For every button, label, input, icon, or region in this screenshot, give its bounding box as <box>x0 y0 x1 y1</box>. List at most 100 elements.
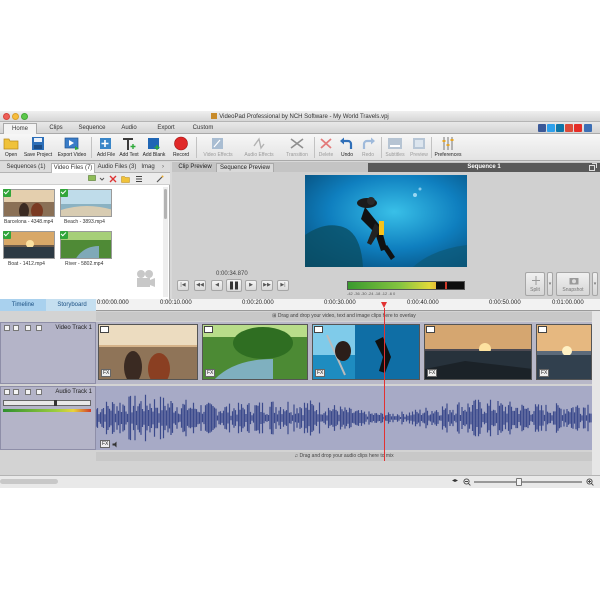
audio-effects-icon[interactable] <box>25 389 31 395</box>
bin-scrollbar[interactable] <box>163 187 168 297</box>
audio-fx-button[interactable]: FX <box>100 440 111 448</box>
timeline-vertical-scrollbar[interactable] <box>592 311 600 475</box>
tab-sequence-preview[interactable]: Sequence Preview <box>216 163 274 172</box>
step-forward-button[interactable]: ▶ <box>245 280 257 291</box>
scrollbar-thumb[interactable] <box>164 189 167 219</box>
zoom-out-icon[interactable] <box>463 478 471 486</box>
tab-images[interactable]: Imag <box>139 163 157 173</box>
tab-storyboard[interactable]: Storyboard <box>48 299 96 311</box>
tab-clips[interactable]: Clips <box>42 124 70 134</box>
fit-timeline-icon[interactable]: ◂▸ <box>452 477 458 484</box>
zoom-slider-handle[interactable] <box>516 478 522 486</box>
split-dropdown[interactable]: ▾ <box>547 272 553 296</box>
tab-sequence[interactable]: Sequence <box>74 124 110 134</box>
clip-fx-button[interactable]: FX <box>205 369 216 377</box>
linkedin-icon[interactable] <box>556 124 564 132</box>
next-frame-button[interactable]: ▶▶ <box>261 280 273 291</box>
more-tabs-icon[interactable]: › <box>158 163 168 173</box>
snapshot-button[interactable]: Snapshot <box>556 272 590 296</box>
previous-frame-button[interactable]: ◀◀ <box>194 280 206 291</box>
speaker-icon[interactable] <box>13 389 19 395</box>
export-video-button[interactable]: Export Video <box>56 136 88 160</box>
transition-marker-icon[interactable] <box>538 326 547 333</box>
horizontal-scrollbar[interactable] <box>0 479 58 484</box>
audio-dropzone[interactable]: ♫ Drag and drop your audio clips here to… <box>96 452 592 461</box>
delete-button[interactable]: Delete <box>316 136 336 160</box>
meter-peak-marker <box>445 282 448 289</box>
preview-button[interactable]: Preview <box>408 136 430 160</box>
lock-icon[interactable] <box>36 389 42 395</box>
video-preview[interactable] <box>305 175 467 267</box>
go-to-start-button[interactable]: |◀ <box>177 280 189 291</box>
redo-button[interactable]: Redo <box>359 136 377 160</box>
lock-icon[interactable] <box>36 325 42 331</box>
clip-fx-button[interactable]: FX <box>427 369 438 377</box>
twitter-icon[interactable] <box>547 124 555 132</box>
preferences-button[interactable]: Preferences <box>433 136 463 160</box>
transition-marker-icon[interactable] <box>426 326 435 333</box>
video-clip-barcelona[interactable]: FX <box>98 324 198 380</box>
tab-audio[interactable]: Audio <box>114 124 144 134</box>
wand-icon[interactable] <box>156 175 164 183</box>
help-icon[interactable] <box>584 124 592 132</box>
transition-marker-icon[interactable] <box>314 326 323 333</box>
timecode: 0:00:34.870 <box>216 271 248 277</box>
toolbar-separator <box>196 137 197 158</box>
remove-icon[interactable] <box>109 175 117 183</box>
record-button[interactable]: Record <box>170 136 192 160</box>
tab-audio-files[interactable]: Audio Files (3) <box>96 163 138 173</box>
undo-button[interactable]: Undo <box>338 136 356 160</box>
tab-export[interactable]: Export <box>150 124 182 134</box>
add-file-button[interactable]: Add File <box>95 136 117 160</box>
zoom-in-icon[interactable] <box>586 478 594 486</box>
transition-button[interactable]: Transition <box>282 136 312 160</box>
video-clip-boat[interactable]: FX <box>424 324 532 380</box>
clip-fx-button[interactable]: FX <box>315 369 326 377</box>
transition-marker-icon[interactable] <box>204 326 213 333</box>
track-volume-slider[interactable] <box>3 400 91 406</box>
pause-button[interactable] <box>226 279 242 292</box>
go-to-end-button[interactable]: ▶| <box>277 280 289 291</box>
collapse-icon[interactable] <box>4 325 10 331</box>
subtitles-button[interactable]: Subtitles <box>383 136 407 160</box>
audio-waveform[interactable] <box>96 386 592 450</box>
speaker-icon[interactable] <box>112 441 119 448</box>
transition-marker-icon[interactable] <box>100 326 109 333</box>
video-track-lane[interactable]: FX FX FX FX FX <box>96 322 592 384</box>
video-effects-button[interactable]: Video Effects <box>200 136 236 160</box>
playhead[interactable] <box>384 308 385 461</box>
chevron-down-icon[interactable] <box>99 175 105 183</box>
time-ruler[interactable]: 0:00:00.000 0:00:10.000 0:00:20.000 0:00… <box>96 299 600 311</box>
audio-track-lane[interactable]: FX <box>96 386 592 450</box>
video-clip-diving[interactable]: FX <box>312 324 420 380</box>
facebook-icon[interactable] <box>538 124 546 132</box>
tab-custom[interactable]: Custom <box>186 124 220 134</box>
split-button[interactable]: Split <box>525 272 545 296</box>
visibility-icon[interactable] <box>13 325 19 331</box>
open-button[interactable]: Open <box>2 136 20 160</box>
add-blank-button[interactable]: Add Blank <box>141 136 167 160</box>
clip-fx-button[interactable]: FX <box>101 369 112 377</box>
video-overlay-dropzone[interactable]: ⊞ Drag and drop your video, text and ima… <box>96 312 592 321</box>
volume-slider-handle[interactable] <box>54 400 57 406</box>
audio-effects-button[interactable]: Audio Effects <box>240 136 278 160</box>
save-project-button[interactable]: Save Project <box>22 136 54 160</box>
zoom-slider[interactable] <box>474 478 582 486</box>
tab-clip-preview[interactable]: Clip Preview <box>176 163 214 172</box>
clip-fx-button[interactable]: FX <box>539 369 550 377</box>
google-plus-icon[interactable] <box>565 124 573 132</box>
youtube-icon[interactable] <box>574 124 582 132</box>
list-view-icon[interactable] <box>135 175 143 183</box>
video-clip-sunset[interactable]: FX <box>536 324 592 380</box>
snapshot-dropdown[interactable]: ▾ <box>592 272 598 296</box>
collapse-icon[interactable] <box>4 389 10 395</box>
monitor-icon[interactable] <box>88 175 96 183</box>
add-text-button[interactable]: Add Text <box>118 136 140 160</box>
undock-icon[interactable] <box>589 163 597 171</box>
step-back-button[interactable]: ◀ <box>211 280 223 291</box>
transform-icon[interactable] <box>25 325 31 331</box>
video-clip-river[interactable]: FX <box>202 324 308 380</box>
tab-sequences[interactable]: Sequences (1) <box>2 163 50 173</box>
tab-timeline[interactable]: Timeline <box>0 299 46 311</box>
new-bin-icon[interactable] <box>121 175 130 183</box>
